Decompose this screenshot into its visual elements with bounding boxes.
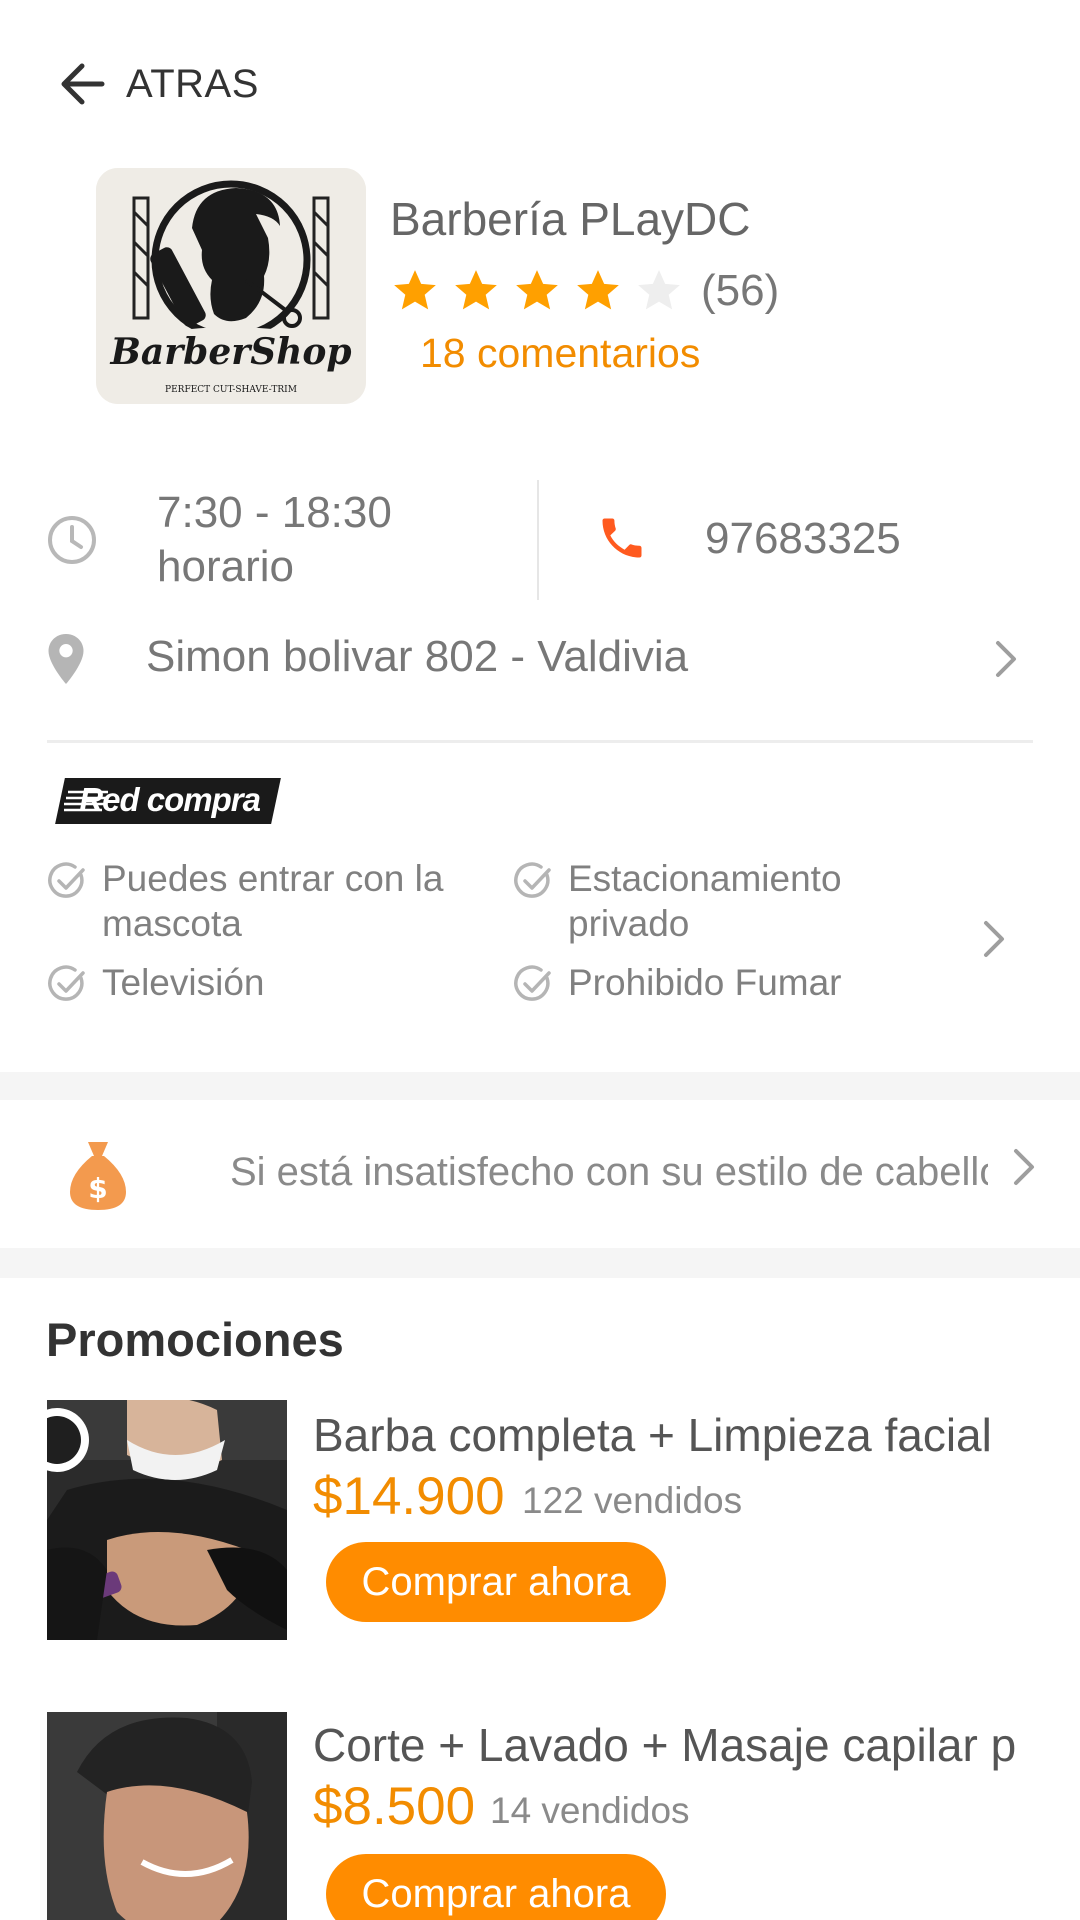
address-text: Simon bolivar 802 - Valdivia	[146, 632, 689, 681]
clock-icon	[48, 516, 96, 564]
promo-image[interactable]	[47, 1400, 287, 1640]
check-circle-icon	[514, 965, 551, 1001]
money-bag-icon: $	[70, 1142, 126, 1210]
promo-sold-count: 122 vendidos	[522, 1480, 743, 1521]
back-label: ATRAS	[126, 61, 259, 106]
section-divider	[47, 740, 1033, 743]
buy-now-button[interactable]: Comprar ahora	[326, 1542, 666, 1622]
section-gap	[0, 1072, 1080, 1100]
promo-name[interactable]: Corte + Lavado + Masaje capilar p	[313, 1718, 1033, 1772]
svg-text:BarberShop: BarberShop	[109, 331, 351, 373]
star-icon	[577, 270, 619, 310]
phone-icon[interactable]	[596, 512, 648, 564]
amenity-parking-line1: Estacionamiento	[568, 858, 842, 899]
location-pin-icon	[48, 634, 84, 684]
chevron-right-icon	[996, 641, 1016, 677]
svg-text:$: $	[88, 1172, 107, 1205]
promotions-title: Promociones	[46, 1313, 344, 1366]
info-divider	[537, 480, 539, 600]
redcompra-label: Red compra	[79, 781, 261, 818]
phone-number[interactable]: 97683325	[705, 514, 901, 564]
star-icon	[455, 270, 497, 310]
chevron-right-icon	[1014, 1149, 1034, 1185]
check-circle-icon	[514, 862, 551, 898]
buy-now-button[interactable]: Comprar ahora	[326, 1854, 666, 1920]
star-icon	[516, 270, 558, 310]
check-circle-icon	[48, 965, 85, 1001]
promo-sold-count: 14 vendidos	[490, 1790, 690, 1831]
rating-count: (56)	[701, 266, 780, 315]
promo-price: $8.500	[313, 1777, 476, 1836]
chevron-right-icon[interactable]	[976, 918, 1010, 960]
star-empty-icon	[638, 270, 680, 310]
promo-price: $14.900	[313, 1467, 505, 1526]
hours-time: 7:30 - 18:30	[157, 488, 392, 537]
promo-image[interactable]	[47, 1712, 287, 1920]
arrow-left-icon	[61, 63, 105, 105]
section-gap	[0, 1248, 1080, 1278]
shop-logo: BarberShop PERFECT CUT-SHAVE-TRIM	[96, 168, 366, 404]
amenity-pets-line2: mascota	[102, 903, 242, 944]
check-circle-icon	[48, 862, 85, 898]
guarantee-text: Si está insatisfecho con su estilo de ca…	[230, 1150, 988, 1194]
comments-link[interactable]: 18 comentarios	[420, 330, 700, 377]
promo-name[interactable]: Barba completa + Limpieza facial	[313, 1408, 1080, 1462]
rating-row: (56)	[390, 266, 779, 316]
amenity-no-smoking: Prohibido Fumar	[568, 962, 842, 1003]
back-button[interactable]: ATRAS	[56, 52, 259, 116]
amenity-tv: Televisión	[102, 962, 265, 1003]
amenity-pets-line1: Puedes entrar con la	[102, 858, 444, 899]
amenity-parking-line2: privado	[568, 903, 690, 944]
star-icon	[394, 270, 436, 310]
hours-label: horario	[157, 542, 294, 591]
shop-name: Barbería PLayDC	[390, 193, 751, 245]
svg-text:PERFECT CUT-SHAVE-TRIM: PERFECT CUT-SHAVE-TRIM	[165, 385, 297, 395]
